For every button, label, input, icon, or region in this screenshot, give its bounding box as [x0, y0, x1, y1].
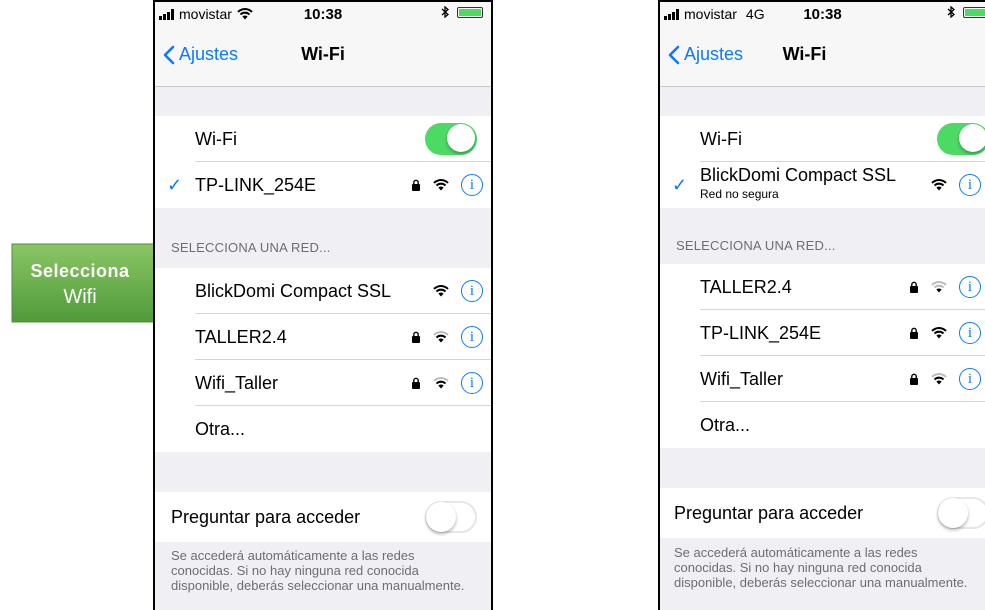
- network-subtitle: Red no segura: [700, 187, 779, 201]
- lock-icon: [910, 327, 918, 339]
- network-name: BlickDomi Compact SSL: [700, 165, 897, 185]
- lock-icon: [412, 179, 420, 191]
- network-row[interactable]: Wifi_Taller i: [155, 360, 491, 406]
- ask-label: Preguntar para acceder: [171, 506, 361, 527]
- other-network-row[interactable]: Otra...: [660, 402, 985, 448]
- ask-toggle[interactable]: [425, 501, 477, 533]
- wifi-icon: [433, 331, 449, 343]
- info-icon[interactable]: i: [461, 174, 483, 196]
- ask-to-join-row: Preguntar para acceder: [660, 488, 985, 538]
- info-icon[interactable]: i: [959, 368, 981, 390]
- info-icon[interactable]: i: [461, 372, 483, 394]
- phone-screen-left: movistar 10:38 Ajustes Wi-Fi Wi-Fi ✓ TP-…: [153, 0, 493, 610]
- checkmark-icon: ✓: [672, 174, 688, 195]
- ask-to-join-row: Preguntar para acceder: [155, 492, 491, 542]
- wifi-icon: [931, 327, 947, 339]
- lock-icon: [910, 373, 918, 385]
- network-name: TALLER2.4: [700, 276, 792, 297]
- lock-icon: [910, 281, 918, 293]
- footnote-text: Se accederá automáticamente a las redes …: [171, 548, 465, 593]
- section-header: SELECCIONA UNA RED...: [171, 240, 331, 255]
- footnote-text: Se accederá automáticamente a las redes …: [674, 545, 968, 590]
- status-time: 10:38: [803, 6, 842, 23]
- wifi-icon: [931, 373, 947, 385]
- info-icon[interactable]: i: [461, 280, 483, 302]
- wifi-toggle[interactable]: [425, 123, 477, 155]
- info-icon[interactable]: i: [959, 322, 981, 344]
- network-row[interactable]: BlickDomi Compact SSL i: [155, 268, 491, 314]
- network-name: TP-LINK_254E: [700, 322, 822, 343]
- network-row[interactable]: TP-LINK_254E i: [660, 310, 985, 356]
- network-name-block: BlickDomi Compact SSL Red no segura: [700, 165, 896, 201]
- status-bar: movistar 4G 10:38: [660, 2, 985, 26]
- network-name: TALLER2.4: [195, 326, 287, 347]
- ask-toggle[interactable]: [937, 497, 985, 529]
- ask-label: Preguntar para acceder: [674, 502, 864, 523]
- wifi-icon: [931, 281, 947, 293]
- callout-label: Selecciona Wifi: [10, 258, 150, 310]
- wifi-toggle-row: Wi-Fi: [660, 116, 985, 162]
- info-icon[interactable]: i: [959, 276, 981, 298]
- wifi-toggle-row: Wi-Fi: [155, 116, 491, 162]
- battery-icon: [963, 6, 985, 18]
- checkmark-icon: ✓: [167, 174, 183, 195]
- wifi-icon: [433, 377, 449, 389]
- connected-network-row[interactable]: ✓ BlickDomi Compact SSL Red no segura i: [660, 162, 985, 208]
- network-row[interactable]: Wifi_Taller i: [660, 356, 985, 402]
- callout-line2: Wifi: [63, 286, 97, 308]
- other-network-row[interactable]: Otra...: [155, 406, 491, 452]
- network-row[interactable]: TALLER2.4 i: [660, 264, 985, 310]
- battery-icon: [457, 6, 483, 18]
- network-name: BlickDomi Compact SSL: [195, 280, 392, 301]
- section-header: SELECCIONA UNA RED...: [676, 238, 836, 253]
- nav-bar: Ajustes Wi-Fi: [155, 26, 491, 87]
- phone-screen-right: movistar 4G 10:38 Ajustes Wi-Fi Wi-Fi ✓ …: [658, 0, 985, 610]
- network-row[interactable]: TALLER2.4 i: [155, 314, 491, 360]
- status-bar: movistar 10:38: [155, 2, 491, 26]
- wifi-label: Wi-Fi: [195, 128, 237, 149]
- lock-icon: [412, 331, 420, 343]
- info-icon[interactable]: i: [959, 174, 981, 196]
- wifi-icon: [931, 179, 947, 191]
- wifi-icon: [433, 179, 449, 191]
- lock-icon: [412, 377, 420, 389]
- callout-line1: Selecciona: [30, 261, 130, 281]
- other-label: Otra...: [700, 414, 751, 435]
- connected-network-row[interactable]: ✓ TP-LINK_254E i: [155, 162, 491, 208]
- network-name: Wifi_Taller: [195, 372, 279, 393]
- bluetooth-icon: [441, 6, 449, 18]
- network-name: Wifi_Taller: [700, 368, 784, 389]
- page-title: Wi-Fi: [301, 44, 345, 64]
- nav-bar: Ajustes Wi-Fi: [660, 26, 985, 87]
- info-icon[interactable]: i: [461, 326, 483, 348]
- page-title: Wi-Fi: [782, 44, 827, 64]
- wifi-icon: [433, 285, 449, 297]
- bluetooth-icon: [947, 6, 955, 18]
- network-name: TP-LINK_254E: [195, 174, 317, 195]
- wifi-toggle[interactable]: [937, 123, 985, 155]
- wifi-label: Wi-Fi: [700, 128, 742, 149]
- other-label: Otra...: [195, 418, 246, 439]
